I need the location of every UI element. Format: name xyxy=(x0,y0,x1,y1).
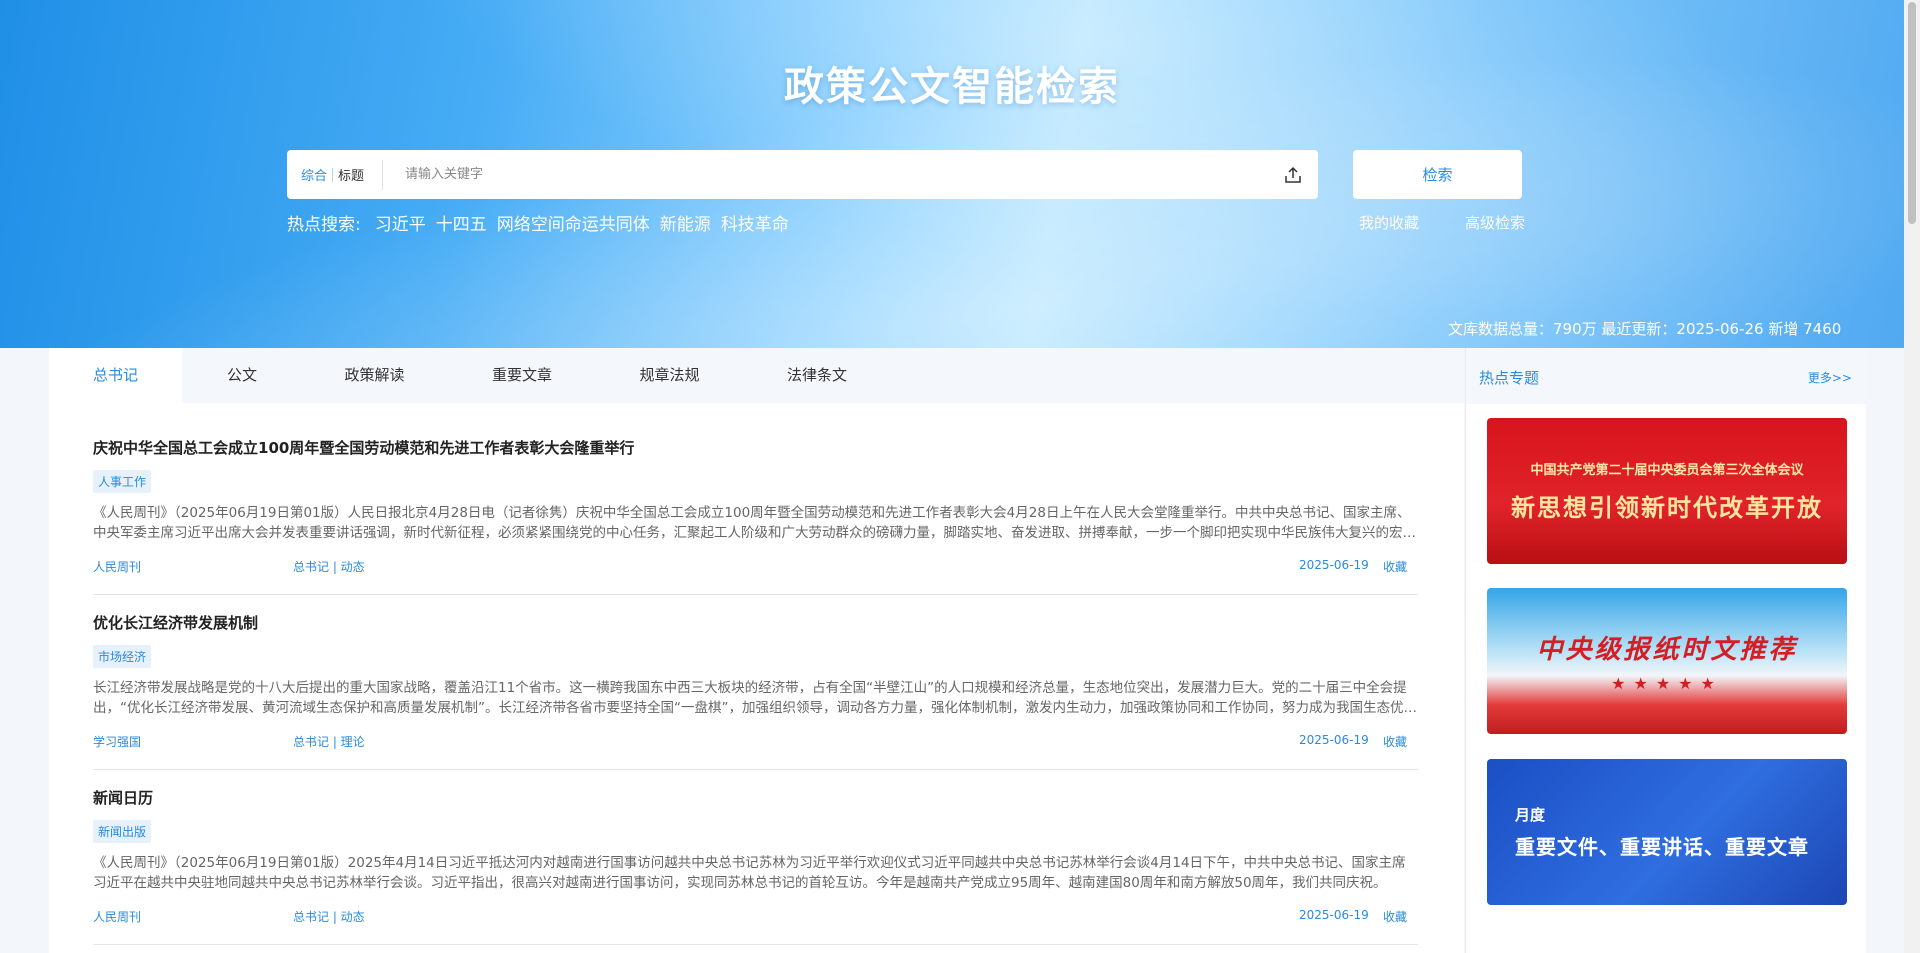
my-favorites-link[interactable]: 我的收藏 xyxy=(1359,212,1419,233)
category-tabs: 总书记 公文 政策解读 重要文章 规章法规 法律条文 xyxy=(49,348,1464,403)
divider xyxy=(93,594,1418,595)
tab-legal-provisions[interactable]: 法律条文 xyxy=(742,348,892,403)
article-tag[interactable]: 新闻出版 xyxy=(93,820,152,843)
upload-icon[interactable] xyxy=(1282,164,1304,186)
advanced-search-link[interactable]: 高级检索 xyxy=(1465,212,1525,233)
sidebar-header: 热点专题 更多>> xyxy=(1466,348,1866,404)
article-meta: 人民周刊 总书记 | 动态 2025-06-19 收藏 xyxy=(93,558,1418,578)
article-title[interactable]: 新闻日历 xyxy=(93,787,1418,808)
topic-banner-newspapers[interactable]: 中央级报纸时文推荐 ★★★★★ xyxy=(1487,588,1847,734)
favorite-button[interactable]: 收藏 xyxy=(1383,908,1407,925)
hot-topics-sidebar: 热点专题 更多>> 中国共产党第二十届中央委员会第三次全体会议 新思想引领新时代… xyxy=(1465,348,1866,953)
list-item: 新闻日历 新闻出版 《人民周刊》（2025年06月19日第01版）2025年4月… xyxy=(93,787,1418,928)
article-source[interactable]: 人民周刊 xyxy=(93,908,141,925)
search-button[interactable]: 检索 xyxy=(1353,150,1522,199)
divider xyxy=(93,944,1418,945)
favorite-button[interactable]: 收藏 xyxy=(1383,733,1407,750)
hot-search: 热点搜索: 习近平 十四五 网络空间命运共同体 新能源 科技革命 xyxy=(287,210,799,235)
search-scope: 综合 标题 xyxy=(287,165,364,184)
tab-regulations[interactable]: 规章法规 xyxy=(597,348,742,403)
hot-keyword[interactable]: 网络空间命运共同体 xyxy=(497,210,650,235)
divider xyxy=(93,769,1418,770)
article-date: 2025-06-19 xyxy=(1299,733,1369,747)
search-input[interactable] xyxy=(403,153,1282,196)
hero-banner: 政策公文智能检索 综合 标题 检索 热点搜索: 习近平 十四五 网络空间命运共同… xyxy=(0,0,1920,348)
article-category[interactable]: 总书记 | 动态 xyxy=(293,908,365,925)
banner-subtitle: 月度 xyxy=(1515,806,1546,824)
search-box: 综合 标题 xyxy=(287,150,1318,199)
article-meta: 人民周刊 总书记 | 动态 2025-06-19 收藏 xyxy=(93,908,1418,928)
topic-banner-plenum[interactable]: 中国共产党第二十届中央委员会第三次全体会议 新思想引领新时代改革开放 xyxy=(1487,418,1847,564)
article-category[interactable]: 总书记 | 理论 xyxy=(293,733,365,750)
article-tag[interactable]: 市场经济 xyxy=(93,645,152,668)
scope-title-option[interactable]: 标题 xyxy=(338,165,364,184)
banner-title: 新思想引领新时代改革开放 xyxy=(1511,493,1823,522)
scope-all-option[interactable]: 综合 xyxy=(301,165,327,184)
hot-search-label: 热点搜索: xyxy=(287,215,361,235)
search-divider xyxy=(382,159,384,190)
scope-separator xyxy=(332,167,334,182)
sidebar-title: 热点专题 xyxy=(1479,369,1540,387)
article-category[interactable]: 总书记 | 动态 xyxy=(293,558,365,575)
library-stats: 文库数据总量：790万 最近更新：2025-06-26 新增 7460 xyxy=(1448,320,1842,338)
tab-general-secretary[interactable]: 总书记 xyxy=(49,348,182,403)
tab-documents[interactable]: 公文 xyxy=(182,348,302,403)
article-date: 2025-06-19 xyxy=(1299,908,1369,922)
list-item: 优化长江经济带发展机制 市场经济 长江经济带发展战略是党的十八大后提出的重大国家… xyxy=(93,612,1418,753)
scrollbar-thumb[interactable] xyxy=(1908,2,1916,224)
article-summary: 《人民周刊》（2025年06月19日第01版）人民日报北京4月28日电（记者徐隽… xyxy=(93,505,1416,541)
hot-keyword[interactable]: 科技革命 xyxy=(721,210,789,235)
hot-keyword[interactable]: 十四五 xyxy=(436,210,487,235)
article-source[interactable]: 学习强国 xyxy=(93,733,141,750)
tab-important-articles[interactable]: 重要文章 xyxy=(447,348,597,403)
article-title[interactable]: 庆祝中华全国总工会成立100周年暨全国劳动模范和先进工作者表彰大会隆重举行 xyxy=(93,437,1418,458)
article-date: 2025-06-19 xyxy=(1299,558,1369,572)
main-panel: 总书记 公文 政策解读 重要文章 规章法规 法律条文 庆祝中华全国总工会成立10… xyxy=(49,348,1464,953)
banner-title: 中央级报纸时文推荐 xyxy=(1536,635,1798,665)
favorite-button[interactable]: 收藏 xyxy=(1383,558,1407,575)
article-title[interactable]: 优化长江经济带发展机制 xyxy=(93,612,1418,633)
article-summary: 长江经济带发展战略是党的十八大后提出的重大国家战略，覆盖沿江11个省市。这一横跨… xyxy=(93,680,1417,716)
article-meta: 学习强国 总书记 | 理论 2025-06-19 收藏 xyxy=(93,733,1418,753)
article-tag[interactable]: 人事工作 xyxy=(93,470,152,493)
star-decoration: ★★★★★ xyxy=(1611,674,1723,693)
page-title: 政策公文智能检索 xyxy=(784,64,1120,110)
more-link[interactable]: 更多>> xyxy=(1808,369,1852,386)
tab-policy-interpretation[interactable]: 政策解读 xyxy=(302,348,447,403)
banner-title: 重要文件、重要讲话、重要文章 xyxy=(1515,835,1809,859)
hot-keyword[interactable]: 新能源 xyxy=(660,210,711,235)
list-item: 庆祝中华全国总工会成立100周年暨全国劳动模范和先进工作者表彰大会隆重举行 人事… xyxy=(93,437,1418,578)
article-summary: 《人民周刊》（2025年06月19日第01版）2025年4月14日习近平抵达河内… xyxy=(93,855,1406,891)
topic-banner-monthly[interactable]: 月度 重要文件、重要讲话、重要文章 xyxy=(1487,759,1847,905)
article-source[interactable]: 人民周刊 xyxy=(93,558,141,575)
page-scrollbar[interactable] xyxy=(1904,0,1920,953)
banner-subtitle: 中国共产党第二十届中央委员会第三次全体会议 xyxy=(1530,463,1804,478)
hot-keyword[interactable]: 习近平 xyxy=(375,210,426,235)
